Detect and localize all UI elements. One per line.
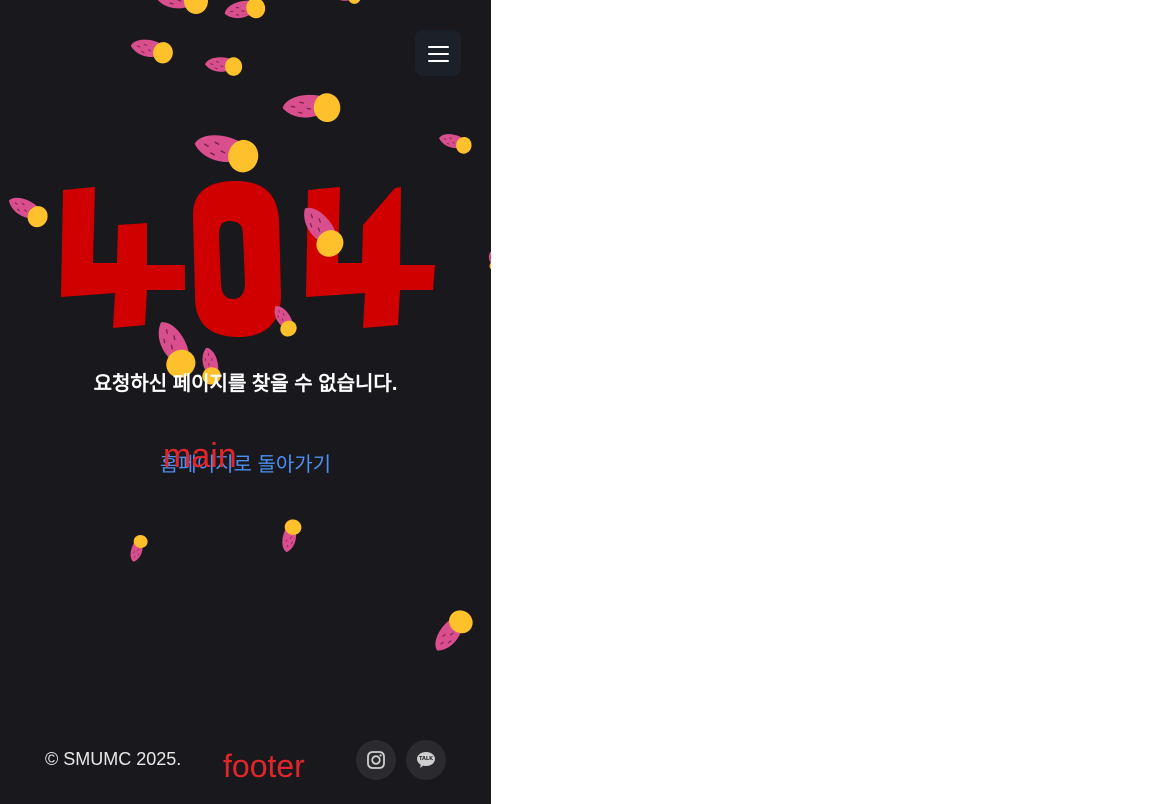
kakaotalk-button[interactable]: TALK (406, 740, 446, 780)
sweet-potato-icon (332, 0, 362, 5)
error-message: 요청하신 페이지를 찾을 수 없습니다. (93, 373, 398, 395)
copyright-text: © SMUMC 2025. (45, 749, 182, 769)
sweet-potato-icon (281, 91, 343, 127)
error-code-graphic (61, 181, 435, 337)
footer-overlay-label: footer (223, 748, 305, 784)
sweet-potato-icon (128, 533, 150, 565)
sweet-potato-icon (2, 192, 52, 232)
sweet-potato-icon (279, 517, 304, 555)
instagram-icon (367, 751, 385, 769)
sweet-potato-icon (436, 131, 474, 156)
sweet-potato-icon (156, 0, 209, 15)
home-link[interactable]: 홈페이지로 돌아가기 (0, 448, 491, 477)
hamburger-icon (428, 46, 449, 48)
sweet-potato-icon (128, 37, 175, 66)
sweet-potato-icon (429, 605, 478, 660)
sweet-potato-icon (484, 250, 491, 272)
instagram-button[interactable] (356, 740, 396, 780)
menu-button[interactable] (415, 30, 461, 76)
page-panel: 요청하신 페이지를 찾을 수 없습니다. 홈페이지로 돌아가기 main © S… (0, 0, 491, 804)
sweet-potato-icon (205, 56, 243, 77)
kakaotalk-badge-text: TALK (419, 756, 433, 762)
sweet-potato-icon (222, 0, 268, 27)
